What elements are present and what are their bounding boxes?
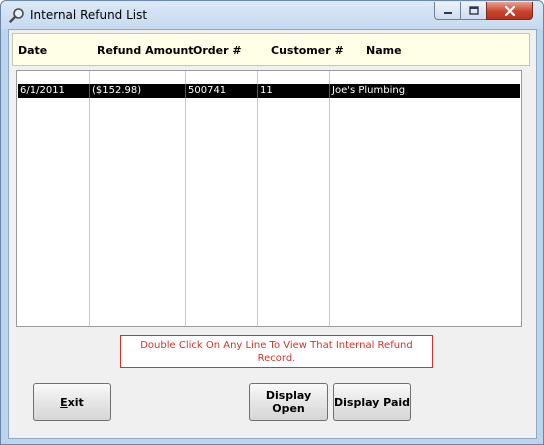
magnifier-icon (9, 7, 25, 23)
display-open-label: Display Open (266, 389, 311, 415)
column-header-panel: Date Refund Amount Order # Customer # Na… (12, 33, 530, 66)
instruction-notice: Double Click On Any Line To View That In… (120, 335, 433, 368)
cell-date: 6/1/2011 (20, 85, 65, 96)
title-bar[interactable]: Internal Refund List (1, 1, 543, 29)
column-divider (329, 71, 330, 326)
window-title: Internal Refund List (30, 8, 148, 22)
internal-refund-list-window: Internal Refund List Date Refund Amount … (0, 0, 544, 445)
display-open-button[interactable]: Display Open (249, 383, 328, 421)
minimize-button[interactable] (434, 2, 461, 20)
column-divider (89, 71, 90, 326)
minimize-icon (443, 11, 452, 14)
column-divider (257, 71, 258, 326)
exit-button[interactable]: Exit (33, 383, 111, 421)
exit-label-rest: xit (67, 395, 84, 409)
maximize-button[interactable] (460, 2, 487, 20)
close-icon (504, 5, 515, 16)
refund-list[interactable]: 6/1/2011 ($152.98) 500741 11 Joe's Plumb… (16, 70, 522, 327)
window-client-area: Date Refund Amount Order # Customer # Na… (8, 29, 537, 439)
table-row[interactable]: 6/1/2011 ($152.98) 500741 11 Joe's Plumb… (18, 84, 520, 98)
header-date: Date (18, 44, 48, 57)
display-open-line1: Display (265, 389, 312, 402)
display-paid-button[interactable]: Display Paid (333, 383, 411, 421)
close-button[interactable] (486, 2, 533, 20)
maximize-icon (468, 5, 479, 15)
header-refund-amount: Refund Amount (97, 44, 194, 57)
cell-customer: 11 (260, 85, 273, 96)
display-open-line2: Open (272, 402, 305, 415)
header-customer: Customer # (271, 44, 344, 57)
header-name: Name (366, 44, 402, 57)
cell-refund-amount: ($152.98) (92, 85, 142, 96)
cell-order: 500741 (188, 85, 227, 96)
column-divider (185, 71, 186, 326)
exit-mnemonic: E (60, 395, 68, 409)
exit-button-label: Exit (60, 396, 84, 409)
cell-name: Joe's Plumbing (332, 85, 406, 96)
display-paid-label: Display Paid (334, 395, 411, 409)
header-order: Order # (193, 44, 242, 57)
